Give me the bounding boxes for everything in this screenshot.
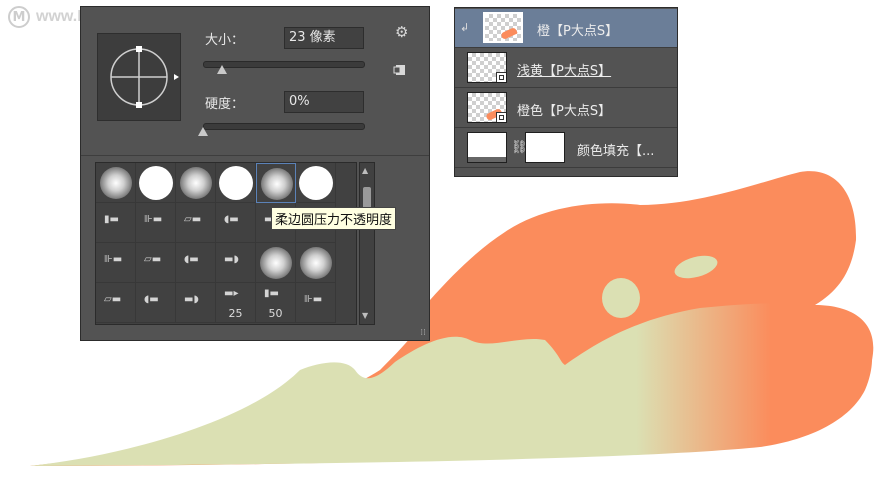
hardness-label: 硬度：: [205, 97, 245, 112]
brush-preset-3-3[interactable]: ▬▸ 25: [216, 283, 256, 323]
brush-preset-1-1[interactable]: ⊪▬: [136, 203, 176, 243]
brush-tip-icon: ▮▬: [264, 288, 279, 299]
hard-round-brush-icon: [219, 166, 253, 200]
size-input[interactable]: 23 像素: [284, 27, 364, 49]
round-spot: [602, 278, 640, 318]
brush-tip-icon: ⊪▬: [104, 254, 123, 265]
brush-preset-0-5[interactable]: [296, 163, 336, 203]
hard-round-brush-icon: [299, 166, 333, 200]
brush-size-number: 25: [228, 307, 243, 320]
brush-preset-0-3[interactable]: [216, 163, 256, 203]
layer-row[interactable]: 橙色【P大点S】: [455, 89, 677, 128]
brush-tip-icon: ⊪▬: [304, 294, 323, 305]
brush-preset-0-2[interactable]: [176, 163, 216, 203]
brush-preset-2-2[interactable]: ◖▬: [176, 243, 216, 283]
brush-preset-2-3[interactable]: ▬◗: [216, 243, 256, 283]
soft-round-brush-icon: [261, 168, 293, 200]
brush-preset-3-4[interactable]: ▮▬ 50: [256, 283, 296, 323]
brush-preset-2-4[interactable]: [256, 243, 296, 283]
soft-round-brush-icon: [180, 167, 212, 199]
brush-preset-2-0[interactable]: ⊪▬: [96, 243, 136, 283]
size-slider-thumb[interactable]: [217, 65, 228, 74]
hardness-input[interactable]: 0%: [284, 91, 364, 113]
brush-preset-3-5[interactable]: ⊪▬: [296, 283, 336, 323]
brush-tip-icon: ▱▬: [184, 214, 202, 225]
layers-panel: ↲ 橙【P大点S】浅黄【P大点S】 橙色【P大点S】 ⛓ 颜色填充【...: [454, 7, 678, 177]
layer-thumbnail: [483, 12, 523, 43]
scroll-down-icon[interactable]: ▼: [362, 312, 368, 320]
layer-row[interactable]: ⛓ 颜色填充【...: [455, 129, 677, 168]
brush-tip-icon: ⊪▬: [144, 214, 163, 225]
brush-tip-icon: ▱▬: [144, 254, 162, 265]
brush-crosshair-icon: [110, 46, 179, 108]
resize-grip-icon[interactable]: ⁞⁞: [420, 328, 426, 338]
gear-icon[interactable]: ⚙: [395, 25, 408, 40]
layer-name: 橙色【P大点S】: [517, 104, 612, 119]
brush-preset-1-3[interactable]: ◖▬: [216, 203, 256, 243]
brush-preset-0-1[interactable]: [136, 163, 176, 203]
brush-preset-1-0[interactable]: ▮▬: [96, 203, 136, 243]
brush-tip-icon: ◖▬: [144, 294, 159, 305]
layer-thumbnail: [467, 92, 507, 123]
brush-preset-2-1[interactable]: ▱▬: [136, 243, 176, 283]
panel-divider: [81, 155, 429, 156]
layer-name: 颜色填充【...: [577, 144, 655, 159]
preset-scrollbar[interactable]: ▲ ▼: [359, 162, 375, 325]
soft-round-brush-icon: [100, 167, 132, 199]
new-preset-icon[interactable]: [393, 63, 407, 80]
scroll-up-icon[interactable]: ▲: [362, 167, 368, 175]
brush-preset-2-5[interactable]: [296, 243, 336, 283]
brush-preset-3-0[interactable]: ▱▬: [96, 283, 136, 323]
size-slider-track[interactable]: [203, 61, 365, 68]
hardness-slider-track[interactable]: [203, 123, 365, 130]
brush-tip-icon: ◖▬: [184, 254, 199, 265]
brush-size-number: 50: [268, 307, 283, 320]
brush-tip-icon: ◖▬: [224, 214, 239, 225]
brush-preset-3-2[interactable]: ▬◗: [176, 283, 216, 323]
brush-tip-icon: ▬◗: [184, 294, 199, 305]
hardness-slider-thumb[interactable]: [198, 127, 208, 136]
soft-round-brush-icon: [260, 247, 292, 279]
brush-angle-preview[interactable]: [97, 33, 181, 121]
brush-preset-3-1[interactable]: ◖▬: [136, 283, 176, 323]
brush-preset-0-0[interactable]: [96, 163, 136, 203]
layer-row[interactable]: ↲ 橙【P大点S】: [455, 9, 677, 48]
brush-tooltip: 柔边圆压力不透明度: [271, 207, 397, 230]
brush-tip-icon: ▱▬: [104, 294, 122, 305]
watermark-logo: M: [8, 6, 30, 28]
clipping-mask-icon: ↲: [460, 21, 470, 34]
brush-preset-grid: ▮▬⊪▬▱▬◖▬▬◗▬▸⊪▬▱▬◖▬▬◗▱▬◖▬▬◗▬▸25▮▬50⊪▬: [95, 162, 357, 325]
brush-preset-0-4[interactable]: [256, 163, 296, 203]
brush-tip-icon: ▬▸: [224, 288, 239, 299]
soft-round-brush-icon: [300, 247, 332, 279]
layer-mask-thumbnail[interactable]: [525, 132, 565, 163]
layer-name: 浅黄【P大点S】: [517, 64, 612, 79]
brush-tip-icon: ▮▬: [104, 214, 119, 225]
size-label: 大小：: [205, 33, 245, 48]
hard-round-brush-icon: [139, 166, 173, 200]
brush-preset-panel: 大小： 23 像素 ⚙ 硬度： 0% ▮▬ ⊪▬ ▱▬ ◖▬ ▬◗ ▬▸ ⊪▬ ▱▬ ◖▬ ▬◗ ▱…: [80, 6, 430, 341]
layer-thumbnail: [467, 52, 507, 83]
brush-preset-1-2[interactable]: ▱▬: [176, 203, 216, 243]
layer-name: 橙【P大点S】: [537, 24, 619, 39]
brush-tip-icon: ▬◗: [224, 254, 239, 265]
layer-row[interactable]: 浅黄【P大点S】: [455, 49, 677, 88]
layer-thumbnail: [467, 132, 507, 163]
